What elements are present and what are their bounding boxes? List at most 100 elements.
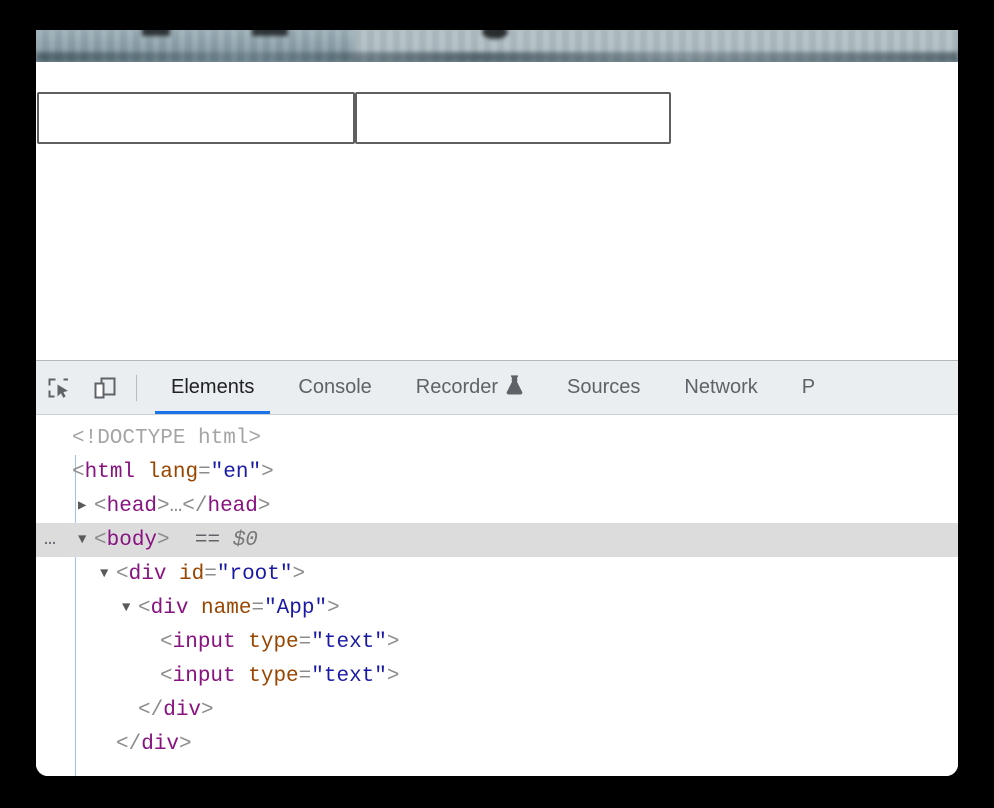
dom-token-attr-val: "App" <box>264 597 328 620</box>
tab-sources-label: Sources <box>567 376 641 398</box>
devtools-tab-bar: Elements Console Recorder Sources Networ… <box>149 361 837 414</box>
dom-token-space <box>188 597 201 620</box>
dom-token-punct: < <box>116 563 129 586</box>
dom-tree[interactable]: <!DOCTYPE html> <html lang="en"> ▶ <head>…… <box>36 415 958 776</box>
device-toolbar-icon[interactable] <box>82 361 128 414</box>
dom-token-punct: > <box>292 563 306 586</box>
dom-token-punct: < <box>160 665 173 688</box>
dom-token-space <box>135 461 148 484</box>
dom-token-punct: < <box>94 495 107 518</box>
chrome-tab-nub-mid <box>252 30 288 36</box>
dom-token-eq-marker: == <box>194 529 221 552</box>
dom-token-punct: > <box>179 733 192 756</box>
dom-token-attr-name: type <box>248 665 299 688</box>
devtools-toolbar: Elements Console Recorder Sources Networ… <box>36 361 958 415</box>
toolbar-divider <box>136 374 137 401</box>
dom-token-punct: = <box>298 665 312 688</box>
dom-token-tag: div <box>163 699 202 722</box>
tab-network-label: Network <box>684 376 758 398</box>
tab-network[interactable]: Network <box>662 361 779 414</box>
dom-token-punct: </ <box>182 495 208 518</box>
dom-token-punct: </ <box>138 699 164 722</box>
page-viewport <box>36 62 958 360</box>
dom-token-punct: > <box>157 529 170 552</box>
dom-token-attr-name: id <box>179 563 205 586</box>
dom-token-punct: < <box>72 461 85 484</box>
tab-recorder[interactable]: Recorder <box>394 361 545 414</box>
dom-row[interactable]: <!DOCTYPE html> <box>36 421 958 455</box>
dom-token-tag: div <box>150 597 189 620</box>
dom-token-punct: </ <box>116 733 142 756</box>
dom-row[interactable]: ▶ <head>…</head> <box>36 489 958 523</box>
dom-token-tag: head <box>106 495 158 518</box>
row-overflow-badge[interactable]: … <box>44 523 57 557</box>
chevron-right-icon[interactable]: ▶ <box>78 489 94 523</box>
browser-window: Elements Console Recorder Sources Networ… <box>36 30 958 776</box>
dom-token-punct: = <box>298 631 312 654</box>
dom-token-space <box>236 631 249 654</box>
dom-token-dollar: $0 <box>232 529 258 552</box>
dom-token-punct: > <box>386 665 400 688</box>
dom-row[interactable]: </div> <box>36 727 958 761</box>
dom-token-punct: > <box>257 495 271 518</box>
dom-token-punct: = <box>204 563 217 586</box>
app-container <box>36 92 958 144</box>
dom-token-attr-val: "text" <box>311 665 387 688</box>
dom-token-tag: body <box>106 529 158 552</box>
flask-icon <box>506 374 523 401</box>
dom-row[interactable]: <input type="text"> <box>36 625 958 659</box>
dom-tree-rows: <!DOCTYPE html> <html lang="en"> ▶ <head>…… <box>36 421 958 761</box>
dom-token-punct: > <box>386 631 400 654</box>
chrome-tab-nub-left <box>142 30 170 36</box>
dom-token-punct: < <box>160 631 173 654</box>
dom-row[interactable]: ▼ <div id="root"> <box>36 557 958 591</box>
dom-token-tag: head <box>207 495 258 518</box>
chevron-down-icon[interactable]: ▼ <box>78 523 94 557</box>
dom-token-punct: < <box>138 597 151 620</box>
dom-token-punct: > <box>157 495 170 518</box>
inspect-element-icon[interactable] <box>36 361 82 414</box>
dom-token-punct: < <box>94 529 107 552</box>
dom-token-punct: = <box>251 597 265 620</box>
dom-row[interactable]: <input type="text"> <box>36 659 958 693</box>
chevron-down-icon[interactable]: ▼ <box>122 591 138 625</box>
tab-performance-label: P <box>801 376 816 398</box>
chevron-down-icon[interactable]: ▼ <box>100 557 116 591</box>
dom-token-attr-name: name <box>201 597 252 620</box>
dom-row[interactable]: ▼ <div name="App"> <box>36 591 958 625</box>
dom-token-attr-name: type <box>248 631 299 654</box>
dom-row[interactable]: … ▼ <body> == $0 <box>36 523 958 557</box>
tab-elements-label: Elements <box>171 376 255 398</box>
dom-token-attr-name: lang <box>147 461 199 484</box>
dom-token-tag: div <box>128 563 167 586</box>
tab-sources[interactable]: Sources <box>545 361 662 414</box>
second-text-input[interactable] <box>355 92 671 144</box>
dom-token-punct: > <box>201 699 214 722</box>
dom-token-attr-val: "root" <box>216 563 293 586</box>
dom-token-space <box>170 529 195 552</box>
tab-console[interactable]: Console <box>276 361 393 414</box>
dom-token-tag: input <box>172 631 236 654</box>
dom-row[interactable]: </div> <box>36 693 958 727</box>
browser-chrome-strip <box>36 30 958 62</box>
dom-token-space <box>236 665 249 688</box>
dom-token-punct: = <box>198 461 211 484</box>
dom-token-doctype: <!DOCTYPE html> <box>72 427 262 450</box>
dom-row[interactable]: <html lang="en"> <box>36 455 958 489</box>
first-text-input[interactable] <box>37 92 355 144</box>
chrome-dark-band <box>36 52 958 62</box>
dom-token-punct: > <box>327 597 340 620</box>
tab-recorder-label: Recorder <box>415 376 499 398</box>
dom-token-punct: > <box>261 461 274 484</box>
tab-elements[interactable]: Elements <box>149 361 276 414</box>
tab-console-label: Console <box>298 376 372 398</box>
tab-performance[interactable]: P <box>780 361 837 414</box>
dom-token-tag: div <box>141 733 180 756</box>
dom-token-attr-val: "text" <box>311 631 387 654</box>
dom-token-attr-val: "en" <box>210 461 262 484</box>
dom-token-punct: … <box>169 495 183 518</box>
